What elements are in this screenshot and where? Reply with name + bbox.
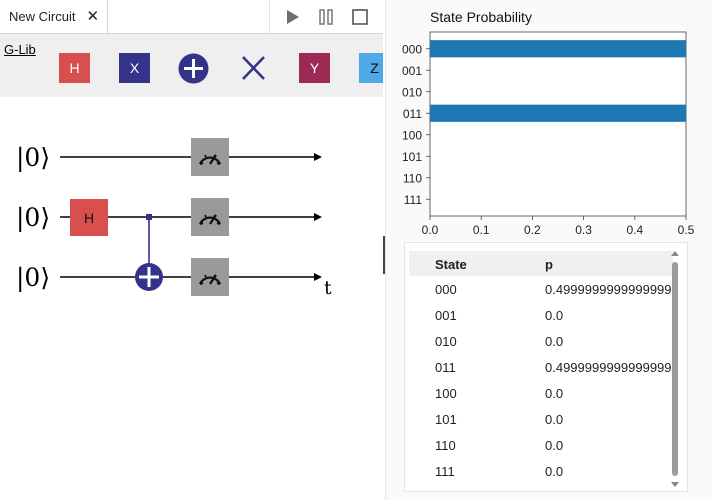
run-controls (269, 0, 383, 34)
cell-state: 001 (435, 308, 457, 323)
table-row[interactable]: 101 0.0 (409, 406, 673, 432)
y-tick-label: 101 (402, 150, 422, 164)
table-scrollbar[interactable] (670, 248, 680, 492)
x-tick-label: 0.2 (524, 223, 541, 237)
circuit-editor-panel: New Circuit ✕ G-Lib H X Y Z |0⟩ |0⟩ |0⟩ … (0, 0, 383, 500)
header-p[interactable]: p (545, 257, 553, 272)
cnot-icon (178, 53, 209, 83)
qubit-1-ket: |0⟩ (16, 203, 50, 233)
scroll-up-icon[interactable] (671, 250, 679, 258)
x-tick-label: 0.4 (626, 223, 643, 237)
gate-palette: G-Lib H X Y Z (0, 34, 383, 97)
x-tick-label: 0.3 (575, 223, 592, 237)
cell-p: 0.0 (545, 438, 564, 453)
cell-p: 0.4999999999999999 (545, 282, 672, 297)
header-state[interactable]: State (435, 257, 467, 272)
qubit-1-arrow (314, 213, 322, 221)
measure-gate-1[interactable] (191, 198, 229, 236)
cell-state: 110 (435, 438, 456, 453)
h-gate-button[interactable]: H (59, 53, 90, 83)
bar-000 (430, 40, 686, 58)
cell-p: 0.0 (545, 386, 564, 401)
cell-state: 000 (435, 282, 457, 297)
table-row[interactable]: 110 0.0 (409, 432, 673, 458)
plot-area (429, 31, 687, 217)
y-tick-label: 011 (403, 107, 422, 121)
cnot-gate-button[interactable] (178, 53, 209, 83)
cell-state: 101 (435, 412, 457, 427)
table-row[interactable]: 011 0.4999999999999999 (409, 354, 673, 380)
qubit-2-ket: |0⟩ (16, 263, 50, 293)
measure-gate-2[interactable] (191, 258, 229, 296)
y-tick-label: 100 (402, 128, 422, 142)
x-tick-label: 0.5 (678, 223, 695, 237)
bar-011 (430, 104, 686, 122)
cell-p: 0.0 (545, 412, 564, 427)
cell-state: 011 (435, 360, 456, 375)
circuit-canvas[interactable]: |0⟩ |0⟩ |0⟩ H t (0, 97, 383, 307)
table-row[interactable]: 100 0.0 (409, 380, 673, 406)
z-gate-label: Z (370, 60, 379, 76)
qubit-0-arrow (314, 153, 322, 161)
table-header: State p (409, 251, 673, 276)
cell-p: 0.0 (545, 308, 564, 323)
y-tick-label: 000 (402, 42, 422, 56)
x-tick-label: 0.0 (422, 223, 439, 237)
scroll-down-icon[interactable] (671, 480, 679, 488)
cell-state: 111 (435, 464, 455, 479)
cell-p: 0.4999999999999999 (545, 360, 672, 375)
scrollbar-thumb[interactable] (672, 262, 678, 476)
y-gate-label: Y (309, 60, 320, 76)
cnot-control-dot[interactable] (146, 214, 152, 220)
qubit-2-arrow (314, 273, 322, 281)
cnot-target[interactable] (135, 263, 163, 291)
gate-library-link[interactable]: G-Lib (4, 42, 36, 57)
h-gate-text: H (84, 210, 94, 226)
table-row[interactable]: 000 0.4999999999999999 (409, 276, 673, 302)
tab-title: New Circuit (9, 9, 76, 24)
measure-gate-0[interactable] (191, 138, 229, 176)
table-row[interactable]: 001 0.0 (409, 302, 673, 328)
table-row[interactable]: 010 0.0 (409, 328, 673, 354)
cell-state: 010 (435, 334, 457, 349)
h-gate-label: H (69, 60, 80, 76)
state-probability-chart: State Probability 000 001 010 011 100 101 110 1… (402, 9, 695, 237)
close-icon[interactable]: ✕ (86, 9, 99, 24)
cell-p: 0.0 (545, 464, 564, 479)
qubit-0-ket: |0⟩ (16, 143, 50, 173)
x-tick-label: 0.1 (473, 223, 490, 237)
z-gate-button[interactable]: Z (359, 53, 383, 83)
y-tick-label: 111 (404, 193, 423, 207)
x-gate-label: X (129, 60, 140, 76)
cell-p: 0.0 (545, 334, 564, 349)
stop-icon[interactable] (351, 8, 369, 26)
pause-icon[interactable] (317, 8, 335, 26)
probability-table: State p 000 0.4999999999999999 001 0.0 0… (404, 242, 688, 492)
cell-state: 100 (435, 386, 457, 401)
swap-icon (242, 56, 265, 80)
y-tick-label: 001 (402, 64, 422, 78)
x-gate-button[interactable]: X (119, 53, 150, 83)
results-panel: State Probability 000 001 010 011 100 101 110 1… (385, 0, 712, 500)
table-row[interactable]: 111 0.0 (409, 458, 673, 484)
y-gate-button[interactable]: Y (299, 53, 330, 83)
time-axis-label: t (324, 277, 332, 299)
swap-gate-button[interactable] (238, 53, 269, 83)
tab-new-circuit[interactable]: New Circuit ✕ (0, 0, 108, 34)
y-tick-label: 110 (403, 171, 422, 185)
chart-title: State Probability (430, 9, 532, 25)
y-tick-label: 010 (402, 85, 422, 99)
play-icon[interactable] (284, 8, 302, 26)
tab-bar: New Circuit ✕ (0, 0, 383, 34)
